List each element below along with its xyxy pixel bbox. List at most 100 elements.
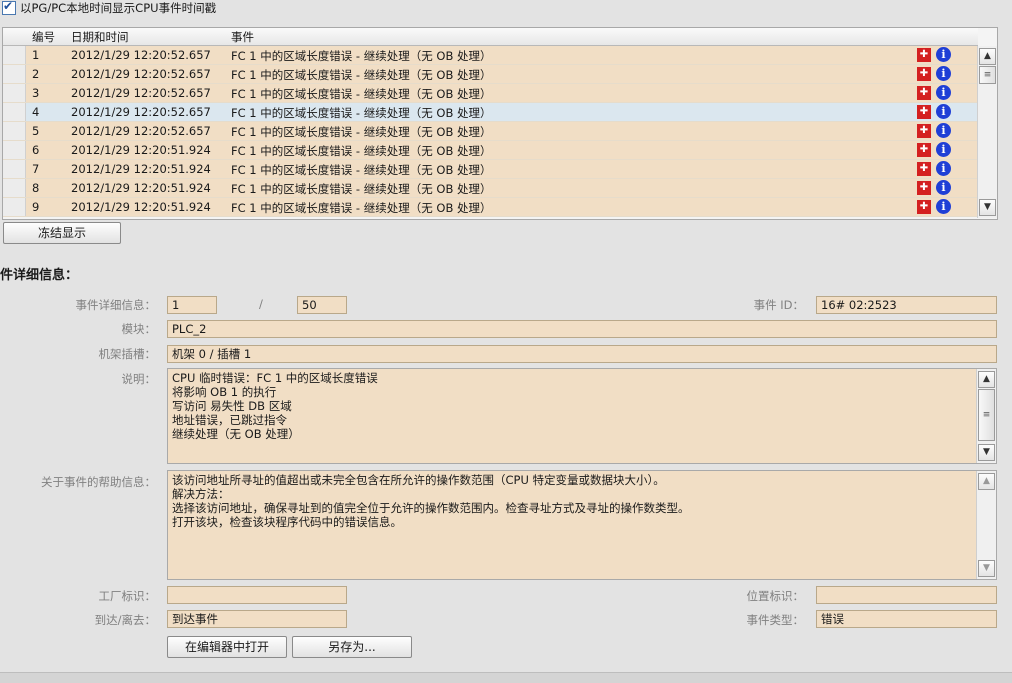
info-icon[interactable]: i (936, 199, 951, 214)
info-icon[interactable]: i (936, 142, 951, 157)
table-scrollbar[interactable]: ▲ ≡ ▼ (977, 46, 997, 218)
scroll-down-icon[interactable]: ▼ (978, 560, 995, 577)
slash-separator: / (259, 297, 263, 311)
table-row[interactable]: 5 2012/1/29 12:20:52.657 FC 1 中的区域长度错误 - 继… (3, 122, 978, 141)
row-event: FC 1 中的区域长度错误 - 继续处理（无 OB 处理） (231, 144, 492, 158)
wrench-icon[interactable]: ✚ (917, 86, 931, 100)
row-datetime: 2012/1/29 12:20:52.657 (71, 86, 211, 100)
row-event: FC 1 中的区域长度错误 - 继续处理（无 OB 处理） (231, 49, 492, 63)
freeze-display-button[interactable]: 冻结显示 (3, 222, 121, 244)
row-number: 5 (32, 124, 40, 138)
event-type-field[interactable]: 错误 (816, 610, 997, 628)
row-number: 2 (32, 67, 40, 81)
table-row[interactable]: 6 2012/1/29 12:20:51.924 FC 1 中的区域长度错误 - 继… (3, 141, 978, 160)
row-datetime: 2012/1/29 12:20:51.924 (71, 200, 211, 214)
info-icon[interactable]: i (936, 47, 951, 62)
table-header: 编号 日期和时间 事件 (3, 28, 978, 46)
wrench-icon[interactable]: ✚ (917, 67, 931, 81)
wrench-icon[interactable]: ✚ (917, 48, 931, 62)
row-datetime: 2012/1/29 12:20:52.657 (71, 124, 211, 138)
description-scrollbar[interactable]: ▲ ≡ ▼ (976, 369, 996, 463)
arrive-leave-field[interactable]: 到达事件 (167, 610, 347, 628)
wrench-icon[interactable]: ✚ (917, 105, 931, 119)
row-datetime: 2012/1/29 12:20:52.657 (71, 48, 211, 62)
info-icon[interactable]: i (936, 123, 951, 138)
table-row[interactable]: 2 2012/1/29 12:20:52.657 FC 1 中的区域长度错误 - 继… (3, 65, 978, 84)
local-time-checkbox[interactable] (2, 0, 16, 15)
location-tag-label: 位置标识： (746, 589, 805, 603)
event-detail-label: 事件详细信息： (75, 298, 157, 312)
wrench-icon[interactable]: ✚ (917, 143, 931, 157)
row-event: FC 1 中的区域长度错误 - 继续处理（无 OB 处理） (231, 201, 492, 215)
open-in-editor-button[interactable]: 在编辑器中打开 (167, 636, 287, 658)
plant-tag-field[interactable] (167, 586, 347, 604)
save-as-button[interactable]: 另存为... (292, 636, 412, 658)
row-number: 6 (32, 143, 40, 157)
header-event[interactable]: 事件 (231, 29, 254, 45)
scroll-thumb[interactable]: ≡ (978, 389, 995, 441)
row-number: 1 (32, 48, 40, 62)
module-field[interactable]: PLC_2 (167, 320, 997, 338)
row-event: FC 1 中的区域长度错误 - 继续处理（无 OB 处理） (231, 163, 492, 177)
event-type-label: 事件类型： (746, 613, 805, 627)
row-number: 4 (32, 105, 40, 119)
info-icon[interactable]: i (936, 85, 951, 100)
module-label: 模块： (121, 322, 157, 336)
description-textarea[interactable]: CPU 临时错误：FC 1 中的区域长度错误 将影响 OB 1 的执行 写访问 … (167, 368, 997, 464)
event-index-field[interactable]: 1 (167, 296, 217, 314)
info-icon[interactable]: i (936, 66, 951, 81)
info-icon[interactable]: i (936, 104, 951, 119)
local-time-label: 以PG/PC本地时间显示CPU事件时间戳 (20, 1, 217, 15)
event-id-field[interactable]: 16# 02:2523 (816, 296, 997, 314)
rack-slot-field[interactable]: 机架 0 / 插槽 1 (167, 345, 997, 363)
row-event: FC 1 中的区域长度错误 - 继续处理（无 OB 处理） (231, 68, 492, 82)
rack-slot-label: 机架插槽： (98, 347, 157, 361)
help-scrollbar[interactable]: ▲ ▼ (976, 471, 996, 579)
header-number[interactable]: 编号 (32, 29, 55, 45)
row-datetime: 2012/1/29 12:20:52.657 (71, 105, 211, 119)
scroll-up-icon[interactable]: ▲ (978, 371, 995, 388)
row-event: FC 1 中的区域长度错误 - 继续处理（无 OB 处理） (231, 87, 492, 101)
event-table: 编号 日期和时间 事件 1 2012/1/29 12:20:52.657 FC 1 … (2, 27, 998, 220)
plant-tag-label: 工厂标识： (98, 589, 157, 603)
table-row[interactable]: 1 2012/1/29 12:20:52.657 FC 1 中的区域长度错误 - 继… (3, 46, 978, 65)
help-text: 该访问地址所寻址的值超出或未完全包含在所允许的操作数范围（CPU 特定变量或数据… (172, 473, 690, 529)
scroll-thumb[interactable]: ≡ (979, 66, 996, 84)
details-title: 件详细信息： (0, 268, 79, 283)
row-event: FC 1 中的区域长度错误 - 继续处理（无 OB 处理） (231, 125, 492, 139)
row-event: FC 1 中的区域长度错误 - 继续处理（无 OB 处理） (231, 182, 492, 196)
wrench-icon[interactable]: ✚ (917, 124, 931, 138)
help-label: 关于事件的帮助信息： (41, 475, 156, 489)
scroll-up-icon[interactable]: ▲ (979, 48, 996, 65)
row-datetime: 2012/1/29 12:20:51.924 (71, 162, 211, 176)
row-number: 9 (32, 200, 40, 214)
event-total-field[interactable]: 50 (297, 296, 347, 314)
scroll-up-icon[interactable]: ▲ (978, 473, 995, 490)
arrive-leave-label: 到达/离去： (94, 613, 156, 627)
scroll-down-icon[interactable]: ▼ (978, 444, 995, 461)
table-row-selected[interactable]: 4 2012/1/29 12:20:52.657 FC 1 中的区域长度错误 - 继… (3, 103, 978, 122)
header-datetime[interactable]: 日期和时间 (71, 29, 129, 45)
help-textarea[interactable]: 该访问地址所寻址的值超出或未完全包含在所允许的操作数范围（CPU 特定变量或数据… (167, 470, 997, 580)
bottom-strip (0, 672, 1012, 683)
wrench-icon[interactable]: ✚ (917, 162, 931, 176)
info-icon[interactable]: i (936, 180, 951, 195)
description-text: CPU 临时错误：FC 1 中的区域长度错误 将影响 OB 1 的执行 写访问 … (172, 371, 378, 441)
location-tag-field[interactable] (816, 586, 997, 604)
table-row[interactable]: 8 2012/1/29 12:20:51.924 FC 1 中的区域长度错误 - 继… (3, 179, 978, 198)
wrench-icon[interactable]: ✚ (917, 181, 931, 195)
wrench-icon[interactable]: ✚ (917, 200, 931, 214)
table-row[interactable]: 7 2012/1/29 12:20:51.924 FC 1 中的区域长度错误 - 继… (3, 160, 978, 179)
row-datetime: 2012/1/29 12:20:51.924 (71, 181, 211, 195)
row-number: 3 (32, 86, 40, 100)
row-number: 8 (32, 181, 40, 195)
local-time-option[interactable]: 以PG/PC本地时间显示CPU事件时间戳 (2, 0, 216, 16)
event-id-label: 事件 ID： (753, 298, 804, 312)
table-row[interactable]: 9 2012/1/29 12:20:51.924 FC 1 中的区域长度错误 - 继… (3, 198, 978, 217)
table-row[interactable]: 3 2012/1/29 12:20:52.657 FC 1 中的区域长度错误 - 继… (3, 84, 978, 103)
row-event: FC 1 中的区域长度错误 - 继续处理（无 OB 处理） (231, 106, 492, 120)
scroll-down-icon[interactable]: ▼ (979, 199, 996, 216)
info-icon[interactable]: i (936, 161, 951, 176)
description-label: 说明： (121, 372, 157, 386)
row-datetime: 2012/1/29 12:20:52.657 (71, 67, 211, 81)
